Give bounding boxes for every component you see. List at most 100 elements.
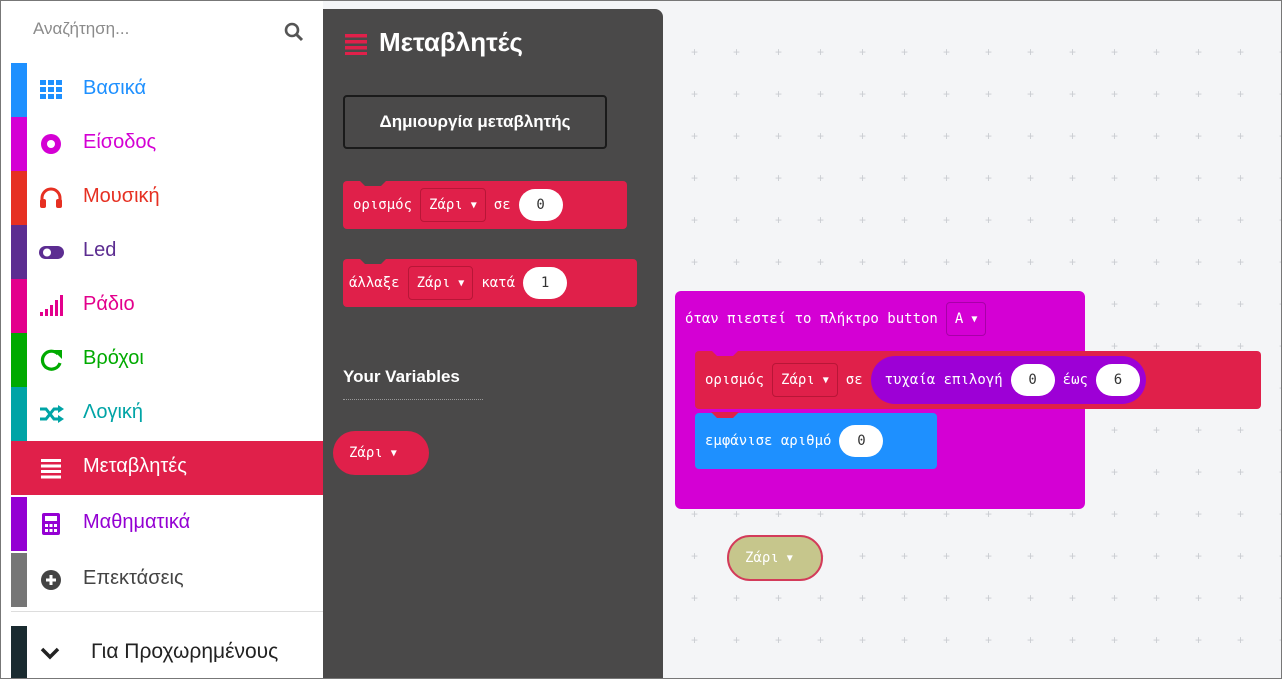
- category-led[interactable]: Led: [11, 225, 323, 279]
- random-to-label: έως: [1062, 372, 1088, 388]
- block-notch: [359, 180, 387, 186]
- category-color-bar: [11, 497, 27, 551]
- grid-plus: +: [1237, 87, 1245, 101]
- number-input[interactable]: 0: [839, 425, 884, 457]
- grid-plus: +: [1237, 45, 1245, 59]
- search-input[interactable]: Αναζήτηση...: [33, 19, 129, 39]
- category-music[interactable]: Μουσική: [11, 171, 323, 225]
- grid-plus: +: [985, 507, 993, 521]
- show-number-block[interactable]: εμφάνισε αριθμό 0: [695, 412, 937, 469]
- number-input[interactable]: 0: [1010, 364, 1055, 396]
- category-loops[interactable]: Βρόχοι: [11, 333, 323, 387]
- grid-plus: +: [1027, 213, 1035, 227]
- grid-plus: +: [817, 87, 825, 101]
- category-color-bar: [11, 333, 27, 387]
- grid-plus: +: [775, 45, 783, 59]
- grid-plus: +: [859, 129, 867, 143]
- grid-plus: +: [691, 87, 699, 101]
- grid-plus: +: [733, 213, 741, 227]
- category-basic[interactable]: Βασικά: [11, 63, 323, 117]
- advanced-toggle[interactable]: Για Προχωρημένους: [11, 611, 323, 678]
- category-input[interactable]: Είσοδος: [11, 117, 323, 171]
- grid-plus: +: [733, 45, 741, 59]
- category-label: Led: [83, 239, 117, 261]
- grid-plus: +: [1237, 171, 1245, 185]
- category-label: Μεταβλητές: [83, 455, 187, 477]
- grid-plus: +: [985, 45, 993, 59]
- change-variable-block[interactable]: άλλαξε Ζάρι ▼ κατά 1: [343, 258, 637, 307]
- dropdown-value: A: [954, 311, 964, 327]
- grid-plus: +: [817, 255, 825, 269]
- grid-plus: +: [817, 45, 825, 59]
- number-input[interactable]: 0: [518, 189, 563, 221]
- category-logic[interactable]: Λογική: [11, 387, 323, 441]
- grid-plus: +: [1111, 129, 1119, 143]
- category-math[interactable]: Μαθηματικά: [11, 497, 323, 551]
- dropdown-value: Ζάρι: [429, 197, 463, 213]
- category-label: Μαθηματικά: [83, 511, 191, 533]
- category-color-bar: [11, 279, 27, 333]
- set-variable-block[interactable]: ορισμός Ζάρι ▼ σε τυχαία επιλογή 0 έως 6: [695, 350, 1261, 409]
- grid-plus: +: [1111, 507, 1119, 521]
- number-input[interactable]: 6: [1095, 364, 1140, 396]
- category-radio[interactable]: Ράδιο: [11, 279, 323, 333]
- create-variable-button[interactable]: Δημιουργία μεταβλητής: [343, 95, 607, 149]
- caret-down-icon: ▼: [971, 313, 978, 325]
- ghost-variable-block[interactable]: Ζάρι ▼: [727, 535, 823, 581]
- variable-name: Ζάρι: [349, 445, 383, 461]
- grid-plus: +: [1195, 465, 1203, 479]
- show-number-text: εμφάνισε αριθμό: [705, 433, 832, 449]
- signal-bars-icon: [40, 295, 63, 316]
- search-icon[interactable]: [283, 21, 305, 43]
- grid-plus: +: [1153, 549, 1161, 563]
- number-input[interactable]: 1: [523, 267, 568, 299]
- block-keyword: σε: [493, 197, 511, 213]
- grid-plus: +: [1153, 465, 1161, 479]
- grid-plus: +: [901, 675, 908, 678]
- category-extensions[interactable]: Επεκτάσεις: [11, 553, 323, 607]
- category-color-bar: [11, 117, 27, 171]
- category-variables[interactable]: Μεταβλητές: [11, 441, 323, 495]
- variable-dropdown[interactable]: Ζάρι ▼: [407, 266, 474, 300]
- grid-plus: +: [1027, 255, 1035, 269]
- grid-plus: +: [775, 255, 783, 269]
- grid-plus: +: [985, 591, 993, 605]
- grid-plus: +: [1153, 297, 1161, 311]
- list-lines-icon: [345, 34, 367, 55]
- grid-plus: +: [1111, 549, 1119, 563]
- grid-plus: +: [1069, 675, 1076, 678]
- random-text: τυχαία επιλογή: [884, 372, 1003, 388]
- grid-plus: +: [1153, 255, 1161, 269]
- code-workspace[interactable]: + + + + + + + + + + + + + + + + + + + + + + + + + + + + + + + + + + + + + + + +…: [663, 1, 1281, 678]
- variable-dropdown[interactable]: Ζάρι ▼: [772, 363, 838, 397]
- category-color-bar: [11, 225, 27, 279]
- set-variable-block[interactable]: ορισμός Ζάρι ▼ σε 0: [343, 180, 627, 229]
- variable-reporter-block[interactable]: Ζάρι ▼: [333, 431, 429, 475]
- your-variables-heading: Your Variables: [343, 367, 460, 386]
- category-color-bar: [11, 553, 27, 607]
- grid-plus: +: [1153, 129, 1161, 143]
- grid-plus: +: [691, 507, 699, 521]
- variable-dropdown[interactable]: Ζάρι ▼: [420, 188, 486, 222]
- grid-plus: +: [859, 171, 867, 185]
- grid-plus: +: [691, 633, 699, 647]
- grid-plus: +: [1195, 549, 1203, 563]
- category-color-bar: [11, 387, 27, 441]
- shuffle-icon: [40, 405, 64, 423]
- grid-plus: +: [985, 87, 993, 101]
- random-block[interactable]: τυχαία επιλογή 0 έως 6: [870, 356, 1146, 404]
- grid-plus: +: [1195, 255, 1203, 269]
- grid-plus: +: [901, 633, 909, 647]
- loop-arrow-icon: [40, 349, 62, 371]
- caret-down-icon: ▼: [822, 374, 829, 386]
- button-dropdown[interactable]: A ▼: [945, 302, 987, 336]
- grid-plus: +: [1111, 465, 1119, 479]
- grid-plus: +: [1069, 45, 1077, 59]
- search-box[interactable]: Αναζήτηση...: [11, 9, 311, 57]
- grid-plus: +: [943, 507, 951, 521]
- grid-plus: +: [859, 633, 867, 647]
- grid-plus: +: [859, 87, 867, 101]
- caret-down-icon: ▼: [390, 447, 397, 459]
- grid-plus: +: [733, 633, 741, 647]
- category-label: Ράδιο: [83, 293, 135, 315]
